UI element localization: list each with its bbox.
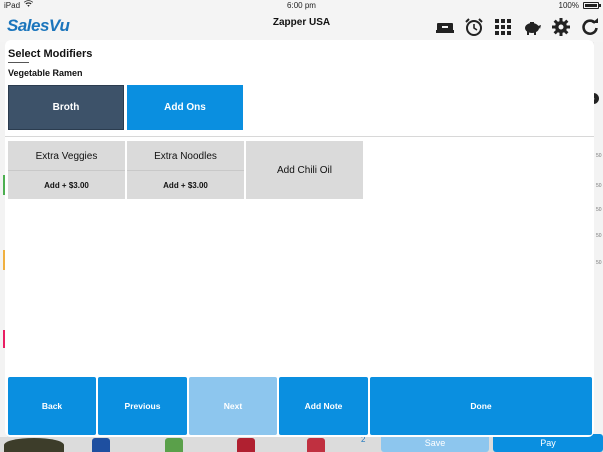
product-thumbnail <box>92 438 110 452</box>
back-label: Back <box>41 401 63 411</box>
modifier-add-chili-oil[interactable]: Add Chili Oil <box>246 141 363 199</box>
previous-label: Previous <box>124 401 161 411</box>
modifier-extra-veggies[interactable]: Extra Veggies Add + $3.00 <box>8 141 125 199</box>
background-tick: 50 <box>596 207 602 213</box>
modifier-group-add-ons[interactable]: Add Ons <box>127 85 243 130</box>
modifier-extra-noodles[interactable]: Extra Noodles Add + $3.00 <box>127 141 244 199</box>
background-tick: 50 <box>596 233 602 239</box>
previous-button[interactable]: Previous <box>98 377 187 435</box>
battery-percent: 100% <box>558 1 579 10</box>
modifier-name: Extra Veggies <box>35 151 98 162</box>
next-button[interactable]: Next <box>189 377 277 435</box>
status-time: 6:00 pm <box>287 1 316 10</box>
piggy-bank-icon[interactable] <box>521 16 543 38</box>
grid-icon[interactable] <box>492 16 514 38</box>
app-header: SalesVu Zapper USA <box>0 12 603 42</box>
background-tick: 50 <box>596 183 602 189</box>
background-tick: 50 <box>596 260 602 266</box>
cash-drawer-icon[interactable] <box>434 16 456 38</box>
modifier-group-broth[interactable]: Broth <box>8 85 124 130</box>
product-thumbnail <box>237 438 255 452</box>
modifier-price: Add + $3.00 <box>44 181 89 190</box>
product-thumbnail <box>165 438 183 452</box>
product-thumbnail <box>4 438 64 452</box>
modifier-group-label: Add Ons <box>164 102 206 113</box>
done-label: Done <box>470 401 492 411</box>
background-tick: 50 <box>596 153 602 159</box>
status-bar: iPad 6:00 pm 100% <box>0 0 603 12</box>
select-modifiers-modal: Select Modifiers Vegetable Ramen Broth A… <box>5 40 594 437</box>
section-divider <box>5 136 594 137</box>
refresh-icon[interactable] <box>579 16 601 38</box>
modifier-price: Add + $3.00 <box>163 181 208 190</box>
battery-icon <box>583 2 601 9</box>
modifier-group-label: Broth <box>52 102 80 113</box>
next-label: Next <box>223 401 243 411</box>
back-button[interactable]: Back <box>8 377 96 435</box>
item-name: Vegetable Ramen <box>8 68 83 78</box>
product-thumbnail <box>307 438 325 452</box>
alarm-clock-icon[interactable] <box>463 16 485 38</box>
modifier-name: Extra Noodles <box>154 151 217 162</box>
modifier-separator <box>127 170 244 171</box>
done-button[interactable]: Done <box>370 377 592 435</box>
modal-title: Select Modifiers <box>8 48 93 60</box>
modifier-separator <box>8 170 125 171</box>
modifier-name: Add Chili Oil <box>276 165 333 176</box>
gear-icon[interactable] <box>550 16 572 38</box>
add-note-button[interactable]: Add Note <box>279 377 368 435</box>
add-note-label: Add Note <box>304 401 343 411</box>
title-underline <box>8 62 29 63</box>
